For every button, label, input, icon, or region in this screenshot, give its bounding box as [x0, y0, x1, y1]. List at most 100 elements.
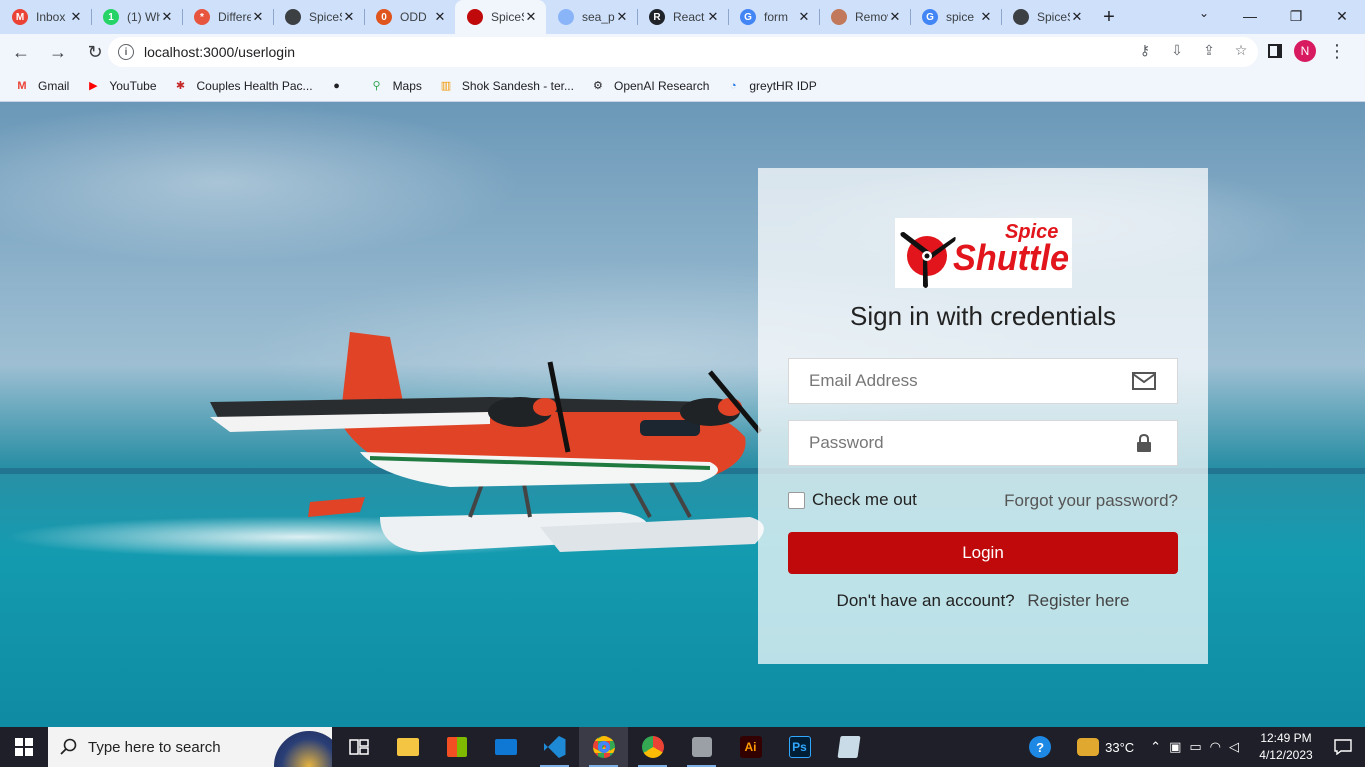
site-info-icon[interactable]: i	[118, 44, 134, 60]
temperature[interactable]: 33°C	[1105, 740, 1134, 755]
browser-tab[interactable]: SpiceShuttle✕	[273, 0, 364, 34]
tab-title[interactable]: Difference	[218, 10, 251, 24]
tab-title[interactable]: sea_plane	[582, 10, 615, 24]
tab-close-icon[interactable]: ✕	[888, 9, 902, 25]
illustrator-icon[interactable]: Ai	[726, 727, 775, 767]
browser-tab[interactable]: SpiceShuttle✕	[1001, 0, 1092, 34]
bookmark-item[interactable]: M Gmail	[14, 78, 69, 94]
microsoft-store-icon[interactable]	[432, 727, 481, 767]
meet-icon[interactable]: ▣	[1169, 739, 1181, 755]
bookmark-item[interactable]: ▥ Shok Sandesh - ter...	[438, 78, 574, 94]
tab-close-icon[interactable]: ✕	[69, 9, 83, 25]
photoshop-icon[interactable]: Ps	[775, 727, 824, 767]
tab-title[interactable]: spice	[946, 10, 979, 24]
close-window-icon[interactable]: ✕	[1319, 0, 1365, 32]
tab-close-icon[interactable]: ✕	[615, 9, 629, 25]
tab-search-icon[interactable]: ⌄	[1194, 6, 1214, 26]
tab-close-icon[interactable]: ✕	[979, 9, 993, 25]
bookmark-item[interactable]: ⚲ Maps	[369, 78, 422, 94]
tab-close-icon[interactable]: ✕	[797, 9, 811, 25]
browser-tab[interactable]: Remove✕	[819, 0, 910, 34]
login-button[interactable]: Login	[788, 532, 1178, 574]
tab-title[interactable]: SpiceShuttle	[309, 10, 342, 24]
bookmark-label[interactable]: YouTube	[109, 79, 156, 93]
bookmark-item[interactable]: ●	[329, 78, 353, 94]
tab-close-icon[interactable]: ✕	[524, 9, 538, 25]
tab-title[interactable]: form	[764, 10, 797, 24]
minimize-icon[interactable]: —	[1227, 0, 1273, 32]
address-bar[interactable]: i localhost:3000/userlogin ⚷ ⇩ ⇪ ☆	[108, 37, 1258, 67]
volume-icon[interactable]: ◁	[1229, 739, 1239, 755]
chrome-profile-icon[interactable]	[579, 727, 628, 767]
menu-kebab-icon[interactable]: ⋮	[1328, 42, 1346, 60]
browser-tab[interactable]: M Inbox ✕	[0, 0, 91, 34]
browser-tab[interactable]: Gspice ✕	[910, 0, 1001, 34]
profile-avatar[interactable]: N	[1294, 40, 1316, 62]
tab-close-icon[interactable]: ✕	[706, 9, 720, 25]
task-view-icon[interactable]	[334, 727, 383, 767]
tab-close-icon[interactable]: ✕	[433, 9, 447, 25]
weather-icon[interactable]	[1077, 738, 1100, 756]
windows-start-icon[interactable]	[0, 727, 48, 767]
url-text[interactable]: localhost:3000/userlogin	[144, 44, 295, 60]
forward-arrow-icon[interactable]: →	[42, 36, 74, 68]
share-icon[interactable]: ⇪	[1200, 42, 1218, 59]
bookmark-star-icon[interactable]: ☆	[1232, 42, 1250, 59]
chrome-icon[interactable]	[628, 727, 677, 767]
tab-close-icon[interactable]: ✕	[160, 9, 174, 25]
wifi-icon[interactable]: ◠	[1210, 739, 1221, 755]
bookmark-label[interactable]: greytHR IDP	[749, 79, 816, 93]
browser-tab[interactable]: 1 (1) WhatsApp✕	[91, 0, 182, 34]
browser-tab[interactable]: SpiceShuttle✕	[455, 0, 546, 34]
bookmark-item[interactable]: ⚙ OpenAI Research	[590, 78, 709, 94]
tab-title[interactable]: SpiceShuttle	[491, 10, 524, 24]
browser-tab[interactable]: R React ✕	[637, 0, 728, 34]
install-app-icon[interactable]: ⇩	[1168, 42, 1186, 59]
network-app-icon[interactable]	[677, 727, 726, 767]
tab-close-icon[interactable]: ✕	[1070, 9, 1084, 25]
mail-icon[interactable]	[481, 727, 530, 767]
search-placeholder[interactable]: Type here to search	[88, 739, 221, 756]
bookmark-label[interactable]: Shok Sandesh - ter...	[462, 79, 574, 93]
remember-label[interactable]: Check me out	[812, 490, 917, 510]
side-panel-icon[interactable]	[1268, 44, 1282, 58]
bookmark-label[interactable]: Maps	[393, 79, 422, 93]
forgot-password-link[interactable]: Forgot your password?	[1004, 491, 1178, 511]
help-icon[interactable]: ?	[1029, 736, 1052, 758]
remember-me[interactable]: Check me out	[788, 490, 917, 510]
bookmark-item[interactable]: ▶ YouTube	[85, 78, 156, 94]
tab-title[interactable]: (1) WhatsApp	[127, 10, 160, 24]
tab-title[interactable]: Inbox	[36, 10, 69, 24]
notification-icon[interactable]	[1321, 739, 1365, 755]
new-tab-button[interactable]: +	[1092, 0, 1126, 34]
battery-icon[interactable]: ▭	[1189, 739, 1201, 755]
file-explorer-icon[interactable]	[383, 727, 432, 767]
vscode-icon[interactable]	[530, 727, 579, 767]
reload-icon[interactable]: ↻	[79, 36, 111, 68]
email-input[interactable]	[809, 371, 1131, 391]
clock[interactable]: 12:49 PM 4/12/2023	[1251, 730, 1321, 764]
tab-close-icon[interactable]: ✕	[251, 9, 265, 25]
password-input[interactable]	[809, 433, 1131, 453]
bookmark-label[interactable]: Gmail	[38, 79, 69, 93]
bookmark-item[interactable]: ✱ Couples Health Pac...	[173, 78, 313, 94]
browser-tab[interactable]: 0 ODD ✕	[364, 0, 455, 34]
remember-checkbox[interactable]	[788, 491, 805, 509]
bookmark-item[interactable]: ◔ greytHR IDP	[725, 78, 817, 94]
bookmark-label[interactable]: OpenAI Research	[614, 79, 709, 93]
tab-title[interactable]: SpiceShuttle	[1037, 10, 1070, 24]
back-arrow-icon[interactable]: ←	[5, 36, 37, 68]
browser-tab[interactable]: * Difference✕	[182, 0, 273, 34]
notes-app-icon[interactable]	[824, 727, 873, 767]
taskbar-search[interactable]: Type here to search	[48, 727, 332, 767]
browser-tab[interactable]: Gform ✕	[728, 0, 819, 34]
tab-title[interactable]: Remove	[855, 10, 888, 24]
chevron-up-icon[interactable]: ⌃	[1150, 739, 1161, 755]
tab-title[interactable]: ODD	[400, 10, 433, 24]
restore-icon[interactable]: ❐	[1273, 0, 1319, 32]
key-icon[interactable]: ⚷	[1136, 42, 1154, 59]
browser-tab[interactable]: sea_plane✕	[546, 0, 637, 34]
tab-title[interactable]: React	[673, 10, 706, 24]
bookmark-label[interactable]: Couples Health Pac...	[197, 79, 313, 93]
register-link[interactable]: Register here	[1027, 591, 1129, 610]
